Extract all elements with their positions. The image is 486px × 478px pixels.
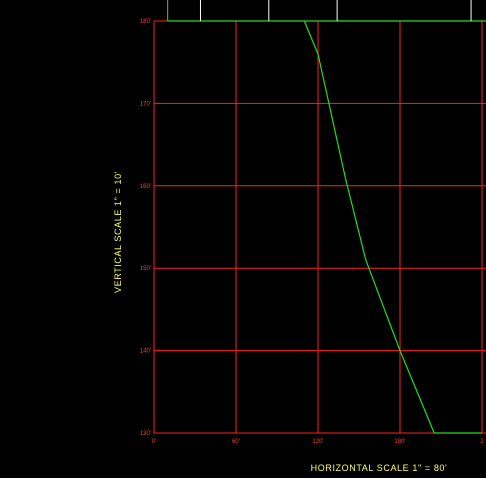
- tick-labels: 130' 140' 150' 160' 170' 180' 0' 60' 120' 180' 2: [140, 19, 484, 445]
- profile-drawing-viewport: 130' 140' 150' 160' 170' 180' 0' 60' 120' 180' 2 V…: [0, 0, 486, 478]
- profile-series: [303, 20, 482, 434]
- vertical-scale-label: VERTICAL SCALE 1" = 10': [113, 171, 123, 293]
- y-tick-label: 170': [140, 101, 151, 107]
- y-tick-label: 140': [140, 349, 151, 355]
- y-tick-label: 180': [140, 19, 151, 25]
- x-tick-label: 180': [394, 439, 405, 445]
- profile-line: [303, 20, 482, 434]
- horizontal-scale-label: HORIZONTAL SCALE 1" = 80': [311, 463, 448, 473]
- x-tick-label: 120': [312, 439, 323, 445]
- y-tick-label: 130': [140, 431, 151, 437]
- grid-lines: [153, 20, 486, 434]
- y-tick-label: 150': [140, 266, 151, 272]
- x-tick-label: 60': [232, 439, 240, 445]
- elevation-profile-chart: 130' 140' 150' 160' 170' 180' 0' 60' 120' 180' 2 V…: [113, 0, 486, 473]
- y-tick-label: 160': [140, 184, 151, 190]
- x-tick-label: 0': [152, 439, 156, 445]
- x-tick-label: 2: [480, 439, 484, 445]
- top-strip: [167, 0, 486, 22]
